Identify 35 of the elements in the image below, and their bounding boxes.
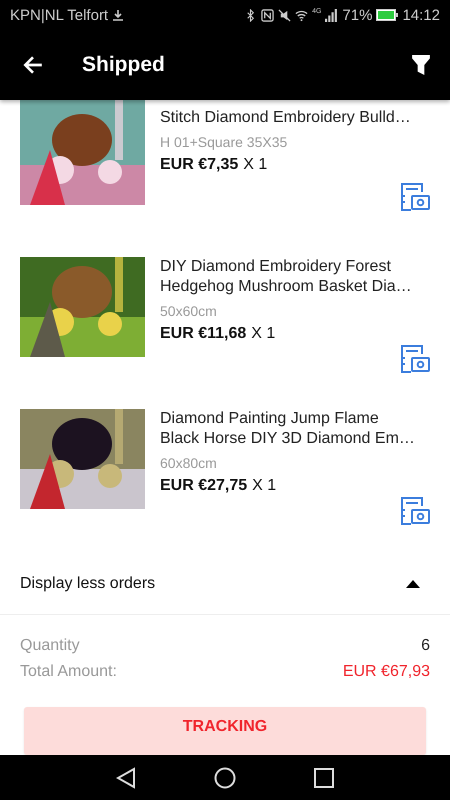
summary-label: Total Amount:	[20, 663, 117, 681]
signal-icon	[325, 8, 338, 22]
filter-button[interactable]	[412, 55, 430, 75]
clock-label: 14:12	[402, 6, 440, 24]
caret-icon	[406, 580, 420, 588]
document-camera-icon[interactable]	[400, 181, 430, 211]
quantity-label: X 1	[252, 477, 276, 495]
recents-nav-icon[interactable]	[314, 768, 334, 788]
summary-label: Quantity	[20, 637, 80, 655]
variant-label: 50x60cm	[160, 303, 218, 319]
nfc-icon	[261, 8, 274, 22]
product-title[interactable]: Diamond Painting Jump Flame Black Horse DIY 3D Diamond Em…	[160, 409, 420, 449]
document-camera-icon[interactable]	[400, 495, 430, 525]
variant-label: 60x80cm	[160, 455, 218, 471]
summary-value: EUR €67,93	[342, 663, 430, 681]
document-camera-icon[interactable]	[400, 343, 430, 373]
screen-title: Shipped	[82, 53, 165, 77]
summary-value: 6	[421, 637, 430, 655]
home-nav-icon[interactable]	[214, 766, 236, 788]
battery-label: 71%	[342, 6, 372, 24]
quantity-label: X 1	[243, 156, 268, 174]
quantity-label: X 1	[251, 325, 276, 343]
variant-label: H 01+Square 35X35	[160, 134, 288, 150]
product-title[interactable]: DIY Diamond Embroidery Forest Hedgehog Mushroom Basket Dia…	[160, 257, 420, 297]
download-icon	[112, 9, 124, 21]
back-nav-icon[interactable]	[116, 766, 136, 788]
carrier-label: KPN|NL Telfort	[10, 6, 108, 24]
price-label: EUR €27,75	[160, 477, 248, 495]
back-button[interactable]	[22, 54, 44, 76]
price-label: EUR €11,68	[160, 325, 246, 343]
wifi-icon	[295, 8, 308, 22]
mute-icon	[278, 8, 292, 22]
battery-icon	[376, 9, 398, 21]
product-title[interactable]: Stitch Diamond Embroidery Bulld…	[160, 108, 420, 128]
price-label: EUR €7,35	[160, 156, 238, 174]
